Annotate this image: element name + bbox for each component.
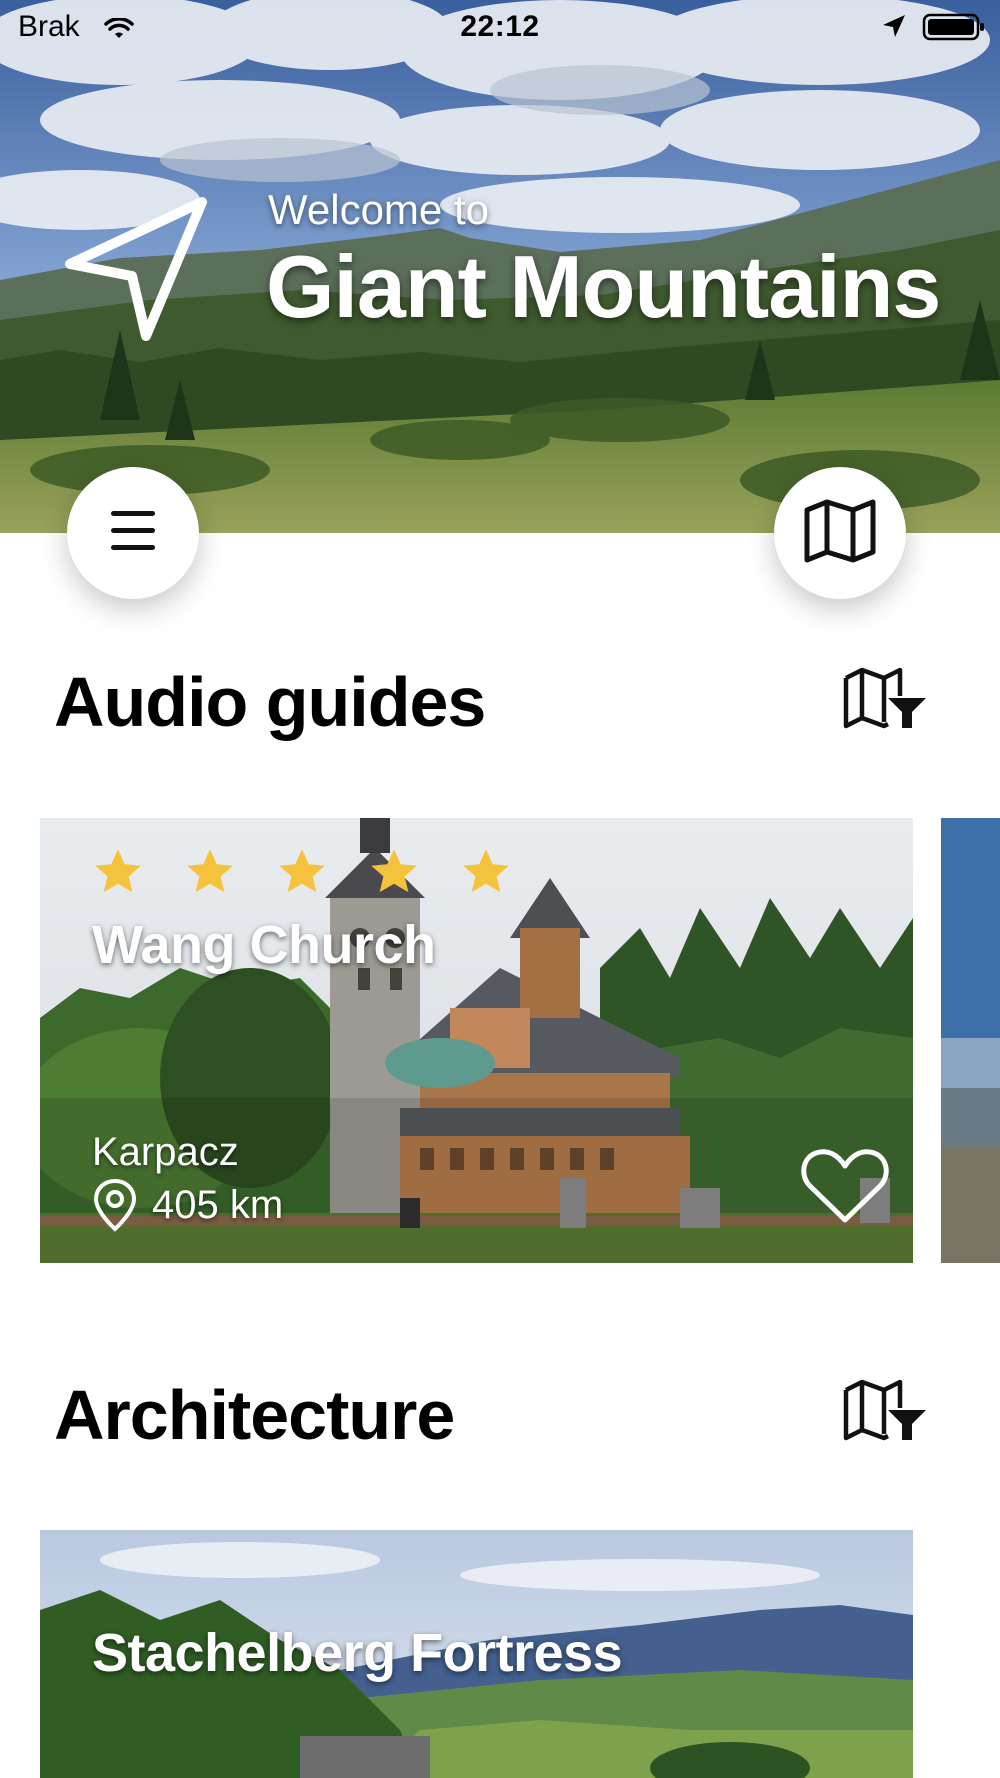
navigation-arrow-icon — [62, 196, 212, 351]
hero-banner: Brak 22:12 Welcome to Giant Mountains — [0, 0, 1000, 533]
location-services-icon — [880, 12, 908, 48]
star-icon — [279, 849, 325, 893]
location-pin-icon — [93, 1178, 137, 1232]
battery-icon — [922, 12, 986, 50]
card-distance: 405 km — [152, 1182, 284, 1227]
card-title: Stachelberg Fortress — [92, 1623, 623, 1683]
card-image — [941, 818, 1000, 1263]
card-location: Karpacz — [92, 1130, 239, 1174]
rating-stars — [92, 846, 512, 898]
map-filter-icon[interactable] — [842, 1378, 928, 1449]
section-title-audio-guides: Audio guides — [54, 663, 486, 741]
menu-button[interactable] — [67, 467, 199, 599]
card-distance-row: 405 km — [92, 1178, 283, 1232]
map-icon — [803, 498, 877, 569]
architecture-card[interactable]: Stachelberg Fortress — [40, 1530, 913, 1778]
status-bar: Brak 22:12 — [0, 0, 1000, 52]
guide-card-next[interactable] — [941, 818, 1000, 1263]
status-time: 22:12 — [460, 10, 540, 43]
map-filter-icon[interactable] — [842, 666, 928, 737]
welcome-text: Welcome to — [268, 186, 489, 233]
guide-card[interactable]: Wang Church Karpacz 405 km — [40, 818, 913, 1263]
star-icon — [371, 849, 417, 893]
section-title-architecture: Architecture — [54, 1376, 455, 1454]
page-title: Giant Mountains — [266, 237, 941, 336]
star-icon — [463, 849, 509, 893]
star-icon — [187, 849, 233, 893]
heart-icon — [801, 1149, 889, 1223]
map-button[interactable] — [774, 467, 906, 599]
card-title: Wang Church — [92, 915, 436, 975]
star-icon — [95, 849, 141, 893]
menu-icon — [109, 509, 157, 558]
favorite-button[interactable] — [800, 1146, 890, 1231]
